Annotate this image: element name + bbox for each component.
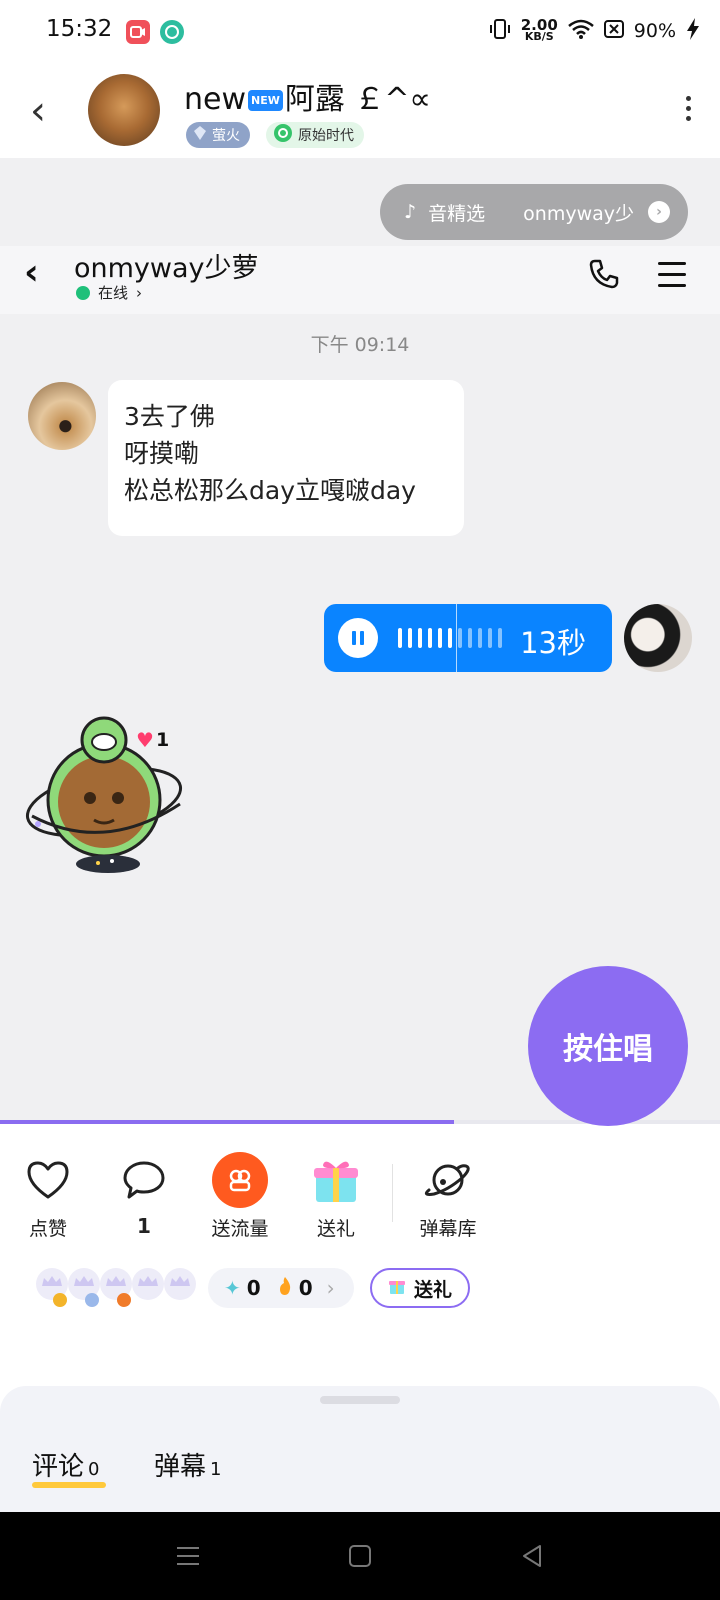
music-song: onmyway少 <box>523 202 635 225</box>
network-speed: 2.00 KB/S <box>520 16 558 43</box>
wifi-icon <box>567 19 594 44</box>
sparkle-icon: ✦ <box>224 1276 241 1300</box>
fire-icon <box>277 1276 293 1301</box>
gift-box-icon <box>308 1152 364 1208</box>
ranking-crowns[interactable] <box>32 1266 200 1308</box>
firefly-tag[interactable]: 萤火 <box>186 122 250 148</box>
sticker-like-count[interactable]: ♥ 1 <box>136 728 169 752</box>
playback-cursor <box>456 604 457 672</box>
music-pill[interactable]: ♪ 音精选 onmyway少 › <box>380 184 688 240</box>
send-gift-small-button[interactable]: 送礼 <box>370 1268 470 1308</box>
page-title: new NEW 阿露 ￡^∝ <box>184 82 431 117</box>
more-options-icon[interactable] <box>686 96 692 126</box>
comments-sheet: 评论 0 弹幕 1 <box>0 1386 720 1512</box>
message-bubble[interactable]: 3去了佛 呀摸嘞 松总松那么day立嘎啵day <box>108 380 464 536</box>
new-badge: NEW <box>248 90 283 111</box>
chat-app-icon <box>160 20 184 44</box>
my-avatar[interactable] <box>624 604 692 672</box>
status-bar: 15:32 2.00 KB/S 90% <box>0 0 720 62</box>
tab-danmaku[interactable]: 弹幕 1 <box>154 1446 221 1483</box>
crystal-icon <box>192 125 208 145</box>
status-indicators: 2.00 KB/S 90% <box>489 14 700 48</box>
comment-bubble-icon <box>116 1152 172 1208</box>
online-dot-icon <box>76 285 90 300</box>
actions-panel: 点赞 1 送流量 送礼 弹幕库 ✦ 0 0 › 送礼 <box>0 1124 720 1394</box>
gift-icon <box>388 1277 406 1300</box>
chat-back-icon[interactable]: ‹ <box>24 252 39 293</box>
message-line: 3去了佛 <box>124 402 215 431</box>
like-button[interactable]: 点赞 <box>8 1152 88 1241</box>
heart-outline-icon <box>20 1152 76 1208</box>
music-label: 音精选 <box>428 202 486 225</box>
flow-icon <box>212 1152 268 1208</box>
chat-header: ‹ onmyway少萝 在线 › <box>0 246 720 314</box>
menu-icon[interactable] <box>658 262 686 295</box>
send-flow-button[interactable]: 送流量 <box>200 1152 280 1241</box>
waveform <box>398 628 502 648</box>
back-chevron-icon[interactable]: ‹ <box>30 88 46 134</box>
danmaku-library-button[interactable]: 弹幕库 <box>408 1152 488 1241</box>
top-header: ‹ new NEW 阿露 ￡^∝ 萤火 原始时代 <box>0 62 720 158</box>
hold-to-sing-button[interactable]: 按住唱 <box>528 966 688 1126</box>
pause-icon[interactable] <box>338 618 378 658</box>
screen-record-icon <box>126 20 150 44</box>
charging-icon <box>686 17 700 45</box>
badge-icon <box>272 122 294 148</box>
avatar[interactable] <box>88 74 160 146</box>
comment-button[interactable]: 1 <box>104 1152 184 1238</box>
system-nav-bar <box>0 1512 720 1600</box>
sender-avatar[interactable] <box>28 382 96 450</box>
message-line: 松总松那么day立嘎啵day <box>124 476 416 505</box>
gift-button[interactable]: 送礼 <box>296 1152 376 1241</box>
battery-percent: 90% <box>633 20 676 42</box>
online-status[interactable]: 在线 › <box>76 282 142 303</box>
sim-icon <box>603 19 624 44</box>
heart-icon: ♥ <box>136 728 154 752</box>
sheet-handle[interactable] <box>320 1396 400 1404</box>
timestamp: 下午 09:14 <box>310 334 410 356</box>
planet-icon <box>420 1152 476 1208</box>
home-icon[interactable] <box>346 1542 374 1570</box>
music-note-icon: ♪ <box>404 201 417 223</box>
divider <box>392 1164 393 1222</box>
chevron-right-icon[interactable]: › <box>648 201 670 223</box>
chevron-right-icon: › <box>136 283 143 302</box>
phone-icon[interactable] <box>588 258 620 290</box>
stats-pill[interactable]: ✦ 0 0 › <box>208 1268 354 1308</box>
recent-apps-icon[interactable] <box>174 1542 202 1570</box>
tab-comments[interactable]: 评论 0 <box>32 1446 106 1488</box>
chat-name[interactable]: onmyway少萝 <box>74 246 259 285</box>
voice-message[interactable]: 13秒 <box>324 604 612 672</box>
primitive-era-tag[interactable]: 原始时代 <box>266 122 364 148</box>
voice-duration: 13秒 <box>520 626 586 660</box>
back-triangle-icon[interactable] <box>518 1542 546 1570</box>
message-line: 呀摸嘞 <box>124 439 200 468</box>
vibrate-icon <box>489 18 511 45</box>
active-tab-indicator <box>32 1482 106 1488</box>
status-time: 15:32 <box>46 16 113 42</box>
chevron-right-icon: › <box>326 1276 335 1300</box>
